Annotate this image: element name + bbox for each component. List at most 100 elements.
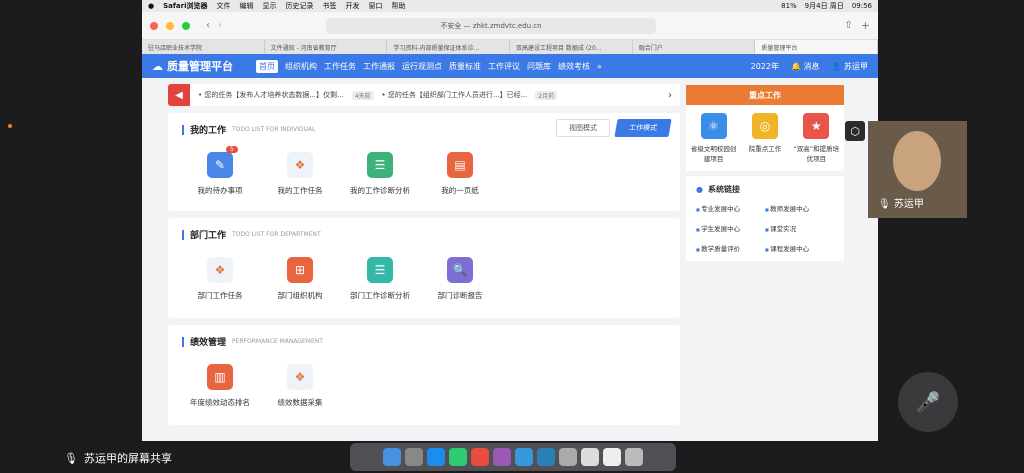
nav-review[interactable]: 工作评议 [488,61,520,72]
link-item[interactable]: 专业发展中心 [696,203,765,213]
star-icon: ★ [803,113,830,139]
tab-bar: 驻马店职业技术学院 文件通知 - 河南省教育厅 学习资料-内部质量保证体系诊..… [142,40,878,54]
app-icon[interactable] [493,448,511,466]
my-tasks-item[interactable]: ❖ 我的工作任务 [260,152,340,196]
message-link[interactable]: 🔔 消息 [791,61,820,72]
nav-perf[interactable]: 绩效考核 [558,61,590,72]
user-menu[interactable]: 👤 苏运甲 [831,61,868,72]
org-chart-icon: ⊞ [287,257,313,283]
menu-file[interactable]: 文件 [217,1,231,11]
tab-item-active[interactable]: 质量管理平台 [755,40,878,54]
perf-collect-item[interactable]: ❖ 绩效数据采集 [260,364,340,408]
camera-tile: 🎙 苏运甲 [868,121,967,218]
menu-edit[interactable]: 编辑 [240,1,254,11]
bar-chart-icon: ▥ [207,364,233,390]
item-label: 部门工作任务 [197,291,243,300]
tab-item[interactable]: 文件通知 - 河南省教育厅 [265,40,388,54]
my-analysis-item[interactable]: ☰ 我的工作诊断分析 [340,152,420,196]
forward-icon[interactable]: › [218,20,222,31]
nav-observe[interactable]: 运行观测点 [402,61,442,72]
speaker-icon: ◀ [168,84,190,106]
todo-badge: 5 [226,146,238,153]
menu-window[interactable]: 窗口 [369,1,383,11]
nav-more-icon[interactable]: » [597,62,602,71]
nav-org[interactable]: 组织机构 [285,61,317,72]
notice-bar: ◀ • 您的任务【发布人才培养状态数据...】仅剩... 4天前 • 您的任务【… [168,84,680,106]
links-title: 系统链接 [707,185,740,194]
nav-home[interactable]: 首页 [256,59,278,73]
app-icon[interactable] [537,448,555,466]
tab-label: 双高建设工程项目 数据成 (20... [516,44,602,52]
share-icon[interactable]: ⇧ [844,20,852,31]
tab-item[interactable]: 融合门户 [633,40,756,54]
app-icon[interactable] [559,448,577,466]
nav-issues[interactable]: 问题库 [527,61,551,72]
wechat-icon[interactable] [449,448,467,466]
cube-icon[interactable]: ⬡ [845,121,865,141]
mic-mute-button[interactable]: 🎤 [898,372,958,432]
battery-text: 81% [781,2,797,10]
key-item[interactable]: ★ “双高”和提质培优项目 [792,113,840,163]
app-name[interactable]: Safari浏览器 [163,1,207,11]
menu-develop[interactable]: 开发 [346,1,360,11]
finder-icon[interactable] [383,448,401,466]
item-label: 我的一页纸 [441,186,479,195]
zoom-icon[interactable] [182,21,190,30]
report-icon: 🔍 [447,257,473,283]
dept-analysis-item[interactable]: ☰ 部门工作诊断分析 [340,257,420,301]
app-icon[interactable] [581,448,599,466]
year-select[interactable]: 2022年 [751,61,779,72]
notice-item[interactable]: • 您的任务【发布人才培养状态数据...】仅剩... [198,90,344,100]
tab-item[interactable]: 双高建设工程项目 数据成 (20... [510,40,633,54]
menu-help[interactable]: 帮助 [392,1,406,11]
site-title: 质量管理平台 [167,60,233,73]
nav-tasks[interactable]: 工作任务 [324,61,356,72]
tasks-icon: ❖ [287,152,313,178]
tab-label: 学习资料-内部质量保证体系诊... [393,44,480,52]
nav-standard[interactable]: 质量标准 [449,61,481,72]
dept-org-item[interactable]: ⊞ 部门组织机构 [260,257,340,301]
link-item[interactable]: 课堂实况 [765,223,834,233]
launchpad-icon[interactable] [405,448,423,466]
chevron-right-icon[interactable]: › [668,90,672,101]
menu-view[interactable]: 显示 [263,1,277,11]
app-icon[interactable] [515,448,533,466]
menu-history[interactable]: 历史记录 [286,1,314,11]
new-tab-icon[interactable]: + [861,19,870,32]
back-icon[interactable]: ‹ [206,20,210,31]
close-icon[interactable] [150,21,158,30]
item-label: 我的待办事项 [197,186,243,195]
view-mode-button[interactable]: 视图模式 [556,119,610,137]
link-item[interactable]: 教师发展中心 [765,203,834,213]
tab-item[interactable]: 驻马店职业技术学院 [142,40,265,54]
perf-rank-item[interactable]: ▥ 年度绩效动态排名 [180,364,260,408]
link-item[interactable]: 教学质量评价 [696,243,765,253]
my-onepage-item[interactable]: ▤ 我的一页纸 [420,152,500,196]
work-mode-button[interactable]: 工作模式 [614,119,672,137]
link-item[interactable]: 课程发展中心 [765,243,834,253]
app-icon[interactable] [471,448,489,466]
link-item[interactable]: 学生发展中心 [696,223,765,233]
tab-item[interactable]: 学习资料-内部质量保证体系诊... [387,40,511,54]
atom-icon: ⚛ [700,113,727,139]
my-todo-item[interactable]: ✎ 5 我的待办事项 [180,146,260,196]
site-logo[interactable]: ☁ 质量管理平台 [152,58,233,74]
trash-icon[interactable] [625,448,643,466]
cloud-icon: ☁ [152,59,163,73]
address-bar[interactable]: 不安全 — zhkt.zmdvtc.edu.cn [326,17,656,34]
nav-bulletin[interactable]: 工作通报 [363,61,395,72]
section-title: 部门工作 [190,231,227,241]
notice-item[interactable]: • 您的任务【组织部门工作人员进行...】已经... [382,90,528,100]
dept-tasks-item[interactable]: ❖ 部门工作任务 [180,257,260,301]
dept-report-item[interactable]: 🔍 部门诊断报告 [420,257,500,301]
minimize-icon[interactable] [166,21,174,30]
safari-icon[interactable] [427,448,445,466]
apple-icon[interactable]: ● [148,2,154,10]
mac-menubar: ● Safari浏览器 文件 编辑 显示 历史记录 书签 开发 窗口 帮助 81… [142,0,878,12]
menu-bookmarks[interactable]: 书签 [323,1,337,11]
key-item-label: “双高”和提质培优项目 [793,145,840,163]
key-item-label: 省级文明校园创建项目 [690,145,737,163]
app-icon[interactable] [603,448,621,466]
key-item[interactable]: ◎ 院重点工作 [741,113,789,163]
key-item[interactable]: ⚛ 省级文明校园创建项目 [690,113,738,163]
